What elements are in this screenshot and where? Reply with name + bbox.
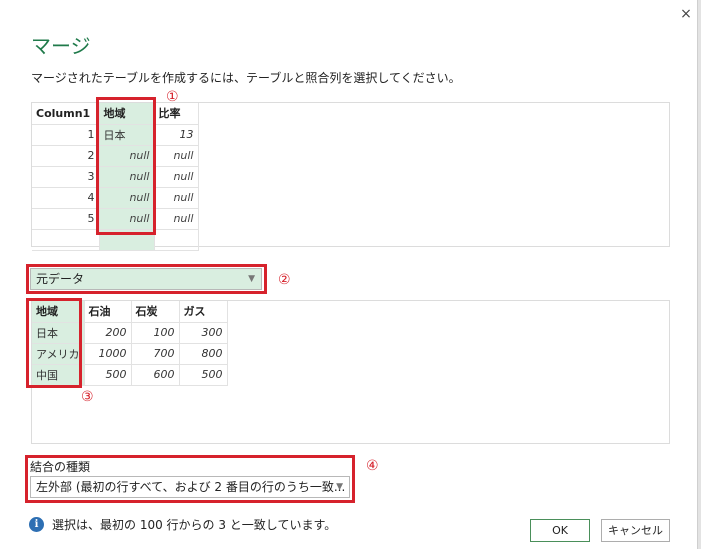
table-cell: 800 — [179, 343, 228, 365]
table-cell: null — [154, 145, 199, 167]
info-icon: i — [29, 517, 44, 532]
match-info: i 選択は、最初の 100 行からの 3 と一致しています。 — [29, 516, 336, 533]
instruction-text: マージされたテーブルを作成するには、テーブルと照合列を選択してください。 — [31, 71, 461, 85]
annotation-mark-2: ② — [278, 272, 291, 288]
ok-button[interactable]: OK — [530, 519, 590, 542]
table-cell: 日本 — [99, 124, 155, 146]
table-cell: 5 — [32, 208, 100, 230]
table-cell: null — [99, 208, 155, 230]
table-row: 2 null null — [32, 145, 199, 167]
table-cell: 500 — [84, 364, 132, 386]
column-header[interactable]: ガス — [179, 301, 228, 323]
table-cell: null — [154, 187, 199, 209]
column-header[interactable]: 石油 — [84, 301, 132, 323]
dialog-title: マージ — [31, 34, 91, 58]
column-header[interactable]: 石炭 — [131, 301, 180, 323]
join-kind-dropdown[interactable]: 左外部 (最初の行すべて、および 2 番目の行のうち一致... ▼ — [30, 476, 350, 498]
table-cell: 2 — [32, 145, 100, 167]
window-edge — [697, 0, 701, 549]
first-table-preview: Column1 地域 比率 1 日本 13 2 null null 3 null… — [31, 102, 670, 251]
table-cell: 100 — [131, 322, 180, 344]
table-select-dropdown[interactable]: 元データ ▼ — [30, 268, 262, 290]
chevron-down-icon[interactable]: ▼ — [336, 477, 343, 497]
table-cell: 中国 — [32, 364, 85, 386]
table-cell: 300 — [179, 322, 228, 344]
table-cell: 600 — [131, 364, 180, 386]
table-cell: 4 — [32, 187, 100, 209]
table-cell: null — [99, 187, 155, 209]
table-cell — [99, 229, 155, 251]
join-kind-label: 結合の種類 — [30, 460, 91, 474]
table-row — [32, 229, 199, 251]
table-cell — [32, 229, 100, 251]
column-header[interactable]: 比率 — [154, 103, 199, 125]
table-cell: null — [154, 208, 199, 230]
table-cell: 700 — [131, 343, 180, 365]
table-row: 3 null null — [32, 166, 199, 188]
table-cell: null — [154, 166, 199, 188]
close-icon[interactable]: × — [678, 6, 694, 22]
table-cell: null — [99, 166, 155, 188]
table-row: 中国 500 600 500 — [32, 364, 228, 386]
match-info-text: 選択は、最初の 100 行からの 3 と一致しています。 — [52, 518, 337, 532]
second-table: 地域 石油 石炭 ガス 日本 200 100 300 アメリカ 1000 700 — [32, 301, 228, 386]
table-row: 1 日本 13 — [32, 124, 199, 146]
table-cell: 13 — [154, 124, 199, 146]
table-cell: 200 — [84, 322, 132, 344]
column-header-selected[interactable]: 地域 — [99, 103, 155, 125]
annotation-mark-1: ① — [166, 89, 179, 105]
table-row: アメリカ 1000 700 800 — [32, 343, 228, 365]
table-cell: アメリカ — [32, 343, 85, 365]
merge-dialog: × マージ マージされたテーブルを作成するには、テーブルと照合列を選択してくださ… — [0, 0, 701, 549]
column-header[interactable]: Column1 — [32, 103, 100, 125]
table-row: 日本 200 100 300 — [32, 322, 228, 344]
table-cell: 日本 — [32, 322, 85, 344]
second-table-preview: 地域 石油 石炭 ガス 日本 200 100 300 アメリカ 1000 700 — [31, 300, 670, 444]
table-row: 5 null null — [32, 208, 199, 230]
chevron-down-icon[interactable]: ▼ — [248, 269, 255, 289]
table-row: 4 null null — [32, 187, 199, 209]
first-table: Column1 地域 比率 1 日本 13 2 null null 3 null… — [32, 103, 199, 251]
column-header-selected[interactable]: 地域 — [32, 301, 85, 323]
table-cell: 1 — [32, 124, 100, 146]
annotation-mark-4: ④ — [366, 458, 379, 474]
table-cell: 1000 — [84, 343, 132, 365]
annotation-mark-3: ③ — [81, 389, 94, 405]
table-select-value: 元データ — [36, 272, 85, 286]
table-cell: null — [99, 145, 155, 167]
table-cell: 500 — [179, 364, 228, 386]
table-cell — [154, 229, 199, 251]
table-cell: 3 — [32, 166, 100, 188]
join-kind-value: 左外部 (最初の行すべて、および 2 番目の行のうち一致... — [36, 480, 346, 494]
cancel-button[interactable]: キャンセル — [601, 519, 670, 542]
